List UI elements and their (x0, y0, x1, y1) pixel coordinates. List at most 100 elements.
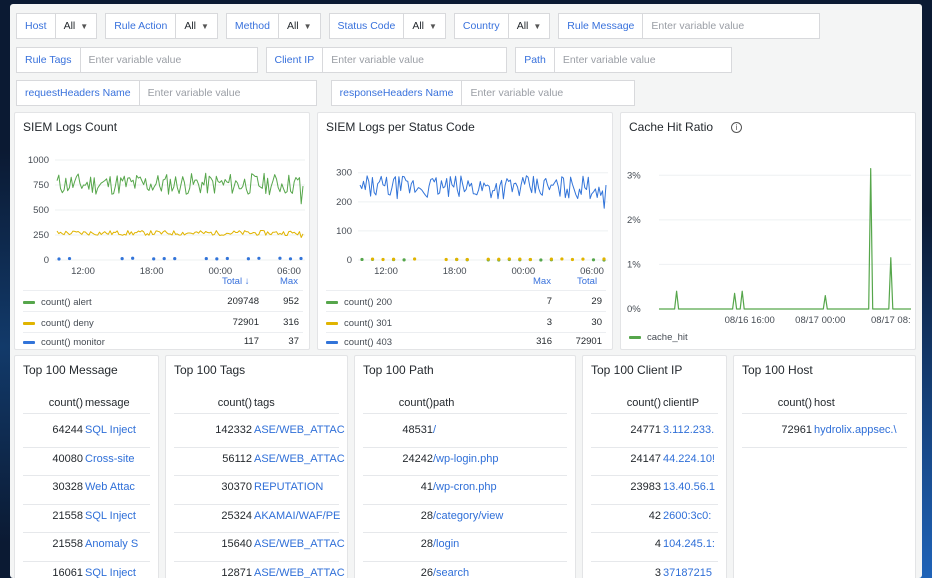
legend-max-value: 3 (546, 317, 552, 328)
top-message-panel: Top 100 Message count() message 64244 SQL I… (14, 355, 159, 578)
row-divider (363, 532, 567, 533)
cache-hit-ratio-chart: 0% 1% 2% 3% 08/16 16:00 08/17 00:00 08/17 08: (627, 168, 911, 326)
legend-item-cache-hit[interactable]: cache_hit (629, 328, 688, 346)
table-cell-count: 42 (648, 509, 661, 522)
path-input[interactable]: Enter variable value (553, 47, 732, 73)
table-cell-value[interactable]: Cross-site (85, 453, 156, 465)
header-divider (742, 413, 907, 414)
table-cell-value[interactable]: Web Attac (85, 481, 156, 493)
legend-item-monitor[interactable]: count() monitor (23, 333, 105, 349)
table-cell-count: 23983 (630, 481, 661, 493)
method-select[interactable]: All ▼ (277, 13, 321, 39)
table-cell-value[interactable]: SQL Inject (85, 424, 156, 436)
panel-title: Top 100 Client IP (591, 363, 683, 377)
table-cell-value[interactable]: /search (433, 567, 573, 578)
table-cell-value[interactable]: /wp-login.php (433, 453, 573, 465)
method-variable-label: Method (225, 13, 278, 39)
table-cell-value[interactable]: 104.245.1: (663, 538, 724, 550)
table-cell-value[interactable]: / (433, 424, 573, 436)
table-cell-value[interactable]: 44.224.10! (663, 453, 724, 465)
table-cell-count: 48531 (402, 424, 433, 436)
legend-max-value: 7 (546, 296, 552, 307)
method-select-value: All (286, 20, 299, 32)
client-ip-input[interactable]: Enter variable value (322, 47, 508, 73)
y-tick-label: 0% (627, 304, 641, 315)
series-point (560, 257, 564, 261)
table-cell-value[interactable]: ASE/WEB_ATTAC (254, 424, 345, 436)
legend-header-total: Total (577, 276, 598, 287)
series-point (402, 258, 406, 262)
series-point (120, 257, 124, 261)
table-cell-value[interactable]: AKAMAI/WAF/PE (254, 510, 345, 522)
series-point (360, 257, 364, 262)
legend-item-403[interactable]: count() 403 (326, 333, 392, 349)
legend-total-value: 117 (243, 336, 259, 347)
row-divider (363, 560, 567, 562)
siem-logs-status-chart: 010020030012:00 18:00 00:00 06:00 (336, 168, 608, 277)
series-point (528, 257, 532, 262)
x-tick-label: 12:00 (374, 266, 398, 277)
table-cell-value[interactable]: SQL Inject (85, 510, 156, 522)
table-cell-value[interactable]: 37187215 (663, 567, 724, 578)
header-divider (591, 413, 718, 414)
table-cell-value[interactable]: SQL Inject (85, 567, 156, 578)
rule-tags-input[interactable]: Enter variable value (79, 47, 258, 73)
table-cell-value[interactable]: ASE/WEB_ATTAC (254, 538, 345, 550)
country-select[interactable]: All ▼ (507, 13, 551, 39)
table-cell-value[interactable]: /category/view (433, 510, 573, 522)
rule-message-variable-label: Rule Message (558, 13, 643, 39)
legend-total-value: 209748 (227, 296, 259, 307)
column-header-count[interactable]: count() (174, 397, 252, 409)
table-cell-count: 3 (654, 566, 661, 578)
table-cell-value[interactable]: ASE/WEB_ATTAC (254, 567, 345, 578)
column-header-count[interactable]: count() (363, 397, 433, 409)
row-divider (591, 560, 718, 562)
y-tick-label: 200 (336, 197, 352, 208)
table-cell-value[interactable]: /wp-cron.php (433, 481, 573, 493)
series-line (56, 230, 304, 238)
status-code-select[interactable]: All ▼ (403, 13, 446, 39)
response-headers-input[interactable]: Enter variable value (461, 80, 636, 106)
siem-logs-status-panel: SIEM Logs per Status Code 0 100 200 300 12:0… (317, 112, 613, 350)
column-header-client-ip[interactable]: clientIP (663, 397, 722, 409)
column-header-path[interactable]: path (433, 397, 571, 409)
table-cell-value[interactable]: hydrolix.appsec.\ (814, 424, 913, 436)
rule-message-input[interactable]: Enter variable value (642, 13, 821, 39)
x-tick-label: 08/16 16:00 (725, 315, 775, 326)
series-point (278, 256, 282, 260)
column-header-message[interactable]: message (85, 397, 154, 409)
table-cell-value[interactable]: /login (433, 538, 573, 550)
table-cell-value[interactable]: 13.40.56.1 (663, 481, 724, 493)
legend-total-value: 29 (591, 296, 602, 307)
row-divider (363, 503, 567, 505)
chevron-down-icon: ▼ (303, 21, 312, 31)
rule-action-select[interactable]: All ▼ (175, 13, 218, 39)
table-cell-value[interactable]: 2600:3c0: (663, 510, 724, 522)
column-header-count[interactable]: count() (23, 397, 83, 409)
table-cell-value[interactable]: 3.112.233. (663, 424, 724, 436)
legend-item-deny[interactable]: count() deny (23, 314, 94, 332)
column-header-host[interactable]: host (814, 397, 911, 409)
legend-item-200[interactable]: count() 200 (326, 293, 392, 311)
series-point (173, 257, 177, 261)
series-point (602, 257, 606, 261)
table-cell-count: 40080 (52, 452, 83, 465)
table-cell-value[interactable]: Anomaly S (85, 538, 156, 550)
y-tick-label: 300 (336, 168, 352, 179)
column-header-count[interactable]: count() (591, 397, 661, 409)
request-headers-input[interactable]: Enter variable value (138, 80, 317, 106)
legend-item-301[interactable]: count() 301 (326, 314, 392, 332)
table-cell-value[interactable]: ASE/WEB_ATTAC (254, 453, 345, 465)
host-select[interactable]: All ▼ (54, 13, 98, 39)
legend-swatch (23, 340, 35, 344)
legend-label: count() alert (41, 296, 92, 308)
table-cell-count: 26 (420, 566, 433, 578)
table-cell-value[interactable]: REPUTATION (254, 481, 345, 493)
table-cell-count: 30370 (221, 481, 252, 493)
row-divider (363, 446, 567, 448)
legend-item-alert[interactable]: count() alert (23, 293, 92, 311)
column-header-count[interactable]: count() (742, 397, 812, 409)
column-header-tags[interactable]: tags (254, 397, 343, 409)
x-tick-label: 18:00 (443, 266, 467, 277)
table-cell-count: 12871 (221, 566, 252, 578)
